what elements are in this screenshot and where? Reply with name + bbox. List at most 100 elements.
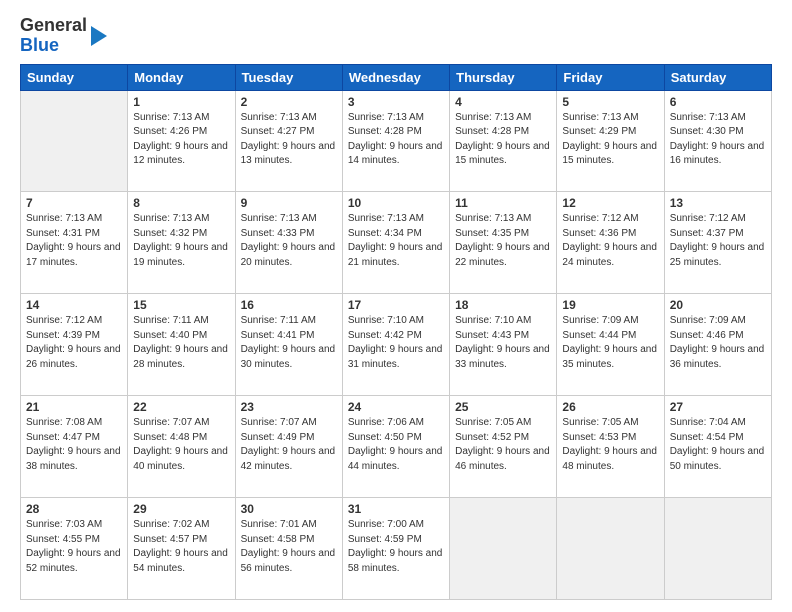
calendar-cell: 9 Sunrise: 7:13 AMSunset: 4:33 PMDaylight…: [235, 192, 342, 294]
page: General Blue SundayMondayTuesdayWednesda…: [0, 0, 792, 612]
day-number: 31: [348, 502, 444, 516]
calendar-cell: 8 Sunrise: 7:13 AMSunset: 4:32 PMDaylight…: [128, 192, 235, 294]
day-number: 25: [455, 400, 551, 414]
calendar-week-row: 21Sunrise: 7:08 AMSunset: 4:47 PMDayligh…: [21, 396, 772, 498]
calendar-cell: 30 Sunrise: 7:01 AMSunset: 4:58 PMDayligh…: [235, 498, 342, 600]
day-number: 28: [26, 502, 122, 516]
day-info: Sunrise: 7:13 AMSunset: 4:28 PMDaylight:…: [455, 111, 551, 169]
day-info: Sunrise: 7:13 AMSunset: 4:28 PMDaylight:…: [348, 111, 444, 169]
calendar-weekday-header: Thursday: [450, 64, 557, 90]
day-number: 12: [562, 196, 658, 210]
calendar-cell: [557, 498, 664, 600]
day-info: Sunrise: 7:05 AMSunset: 4:53 PMDaylight:…: [562, 416, 658, 474]
day-info: Sunrise: 7:13 AMSunset: 4:31 PMDaylight:…: [26, 212, 122, 270]
calendar-cell: 10 Sunrise: 7:13 AMSunset: 4:34 PMDayligh…: [342, 192, 449, 294]
day-number: 10: [348, 196, 444, 210]
calendar-cell: 18 Sunrise: 7:10 AMSunset: 4:43 PMDayligh…: [450, 294, 557, 396]
calendar-week-row: 1Sunrise: 7:13 AMSunset: 4:26 PMDaylight…: [21, 90, 772, 192]
day-number: 23: [241, 400, 337, 414]
day-number: 3: [348, 95, 444, 109]
calendar-table: SundayMondayTuesdayWednesdayThursdayFrid…: [20, 64, 772, 600]
day-info: Sunrise: 7:13 AMSunset: 4:33 PMDaylight:…: [241, 212, 337, 270]
calendar-cell: 14Sunrise: 7:12 AMSunset: 4:39 PMDayligh…: [21, 294, 128, 396]
day-number: 2: [241, 95, 337, 109]
day-info: Sunrise: 7:12 AMSunset: 4:36 PMDaylight:…: [562, 212, 658, 270]
day-info: Sunrise: 7:07 AMSunset: 4:49 PMDaylight:…: [241, 416, 337, 474]
day-number: 21: [26, 400, 122, 414]
day-number: 20: [670, 298, 766, 312]
day-info: Sunrise: 7:13 AMSunset: 4:27 PMDaylight:…: [241, 111, 337, 169]
day-number: 7: [26, 196, 122, 210]
day-info: Sunrise: 7:13 AMSunset: 4:29 PMDaylight:…: [562, 111, 658, 169]
logo-blue: Blue: [20, 36, 87, 56]
calendar-cell: 13 Sunrise: 7:12 AMSunset: 4:37 PMDayligh…: [664, 192, 771, 294]
day-info: Sunrise: 7:01 AMSunset: 4:58 PMDaylight:…: [241, 518, 337, 576]
calendar-cell: 11Sunrise: 7:13 AMSunset: 4:35 PMDayligh…: [450, 192, 557, 294]
day-number: 6: [670, 95, 766, 109]
calendar-week-row: 7 Sunrise: 7:13 AMSunset: 4:31 PMDaylight…: [21, 192, 772, 294]
day-info: Sunrise: 7:03 AMSunset: 4:55 PMDaylight:…: [26, 518, 122, 576]
calendar-cell: 1Sunrise: 7:13 AMSunset: 4:26 PMDaylight…: [128, 90, 235, 192]
calendar-weekday-header: Saturday: [664, 64, 771, 90]
calendar-cell: 19 Sunrise: 7:09 AMSunset: 4:44 PMDayligh…: [557, 294, 664, 396]
calendar-week-row: 28 Sunrise: 7:03 AMSunset: 4:55 PMDayligh…: [21, 498, 772, 600]
calendar-cell: 28 Sunrise: 7:03 AMSunset: 4:55 PMDayligh…: [21, 498, 128, 600]
calendar-cell: [21, 90, 128, 192]
day-number: 16: [241, 298, 337, 312]
day-info: Sunrise: 7:04 AMSunset: 4:54 PMDaylight:…: [670, 416, 766, 474]
day-info: Sunrise: 7:09 AMSunset: 4:46 PMDaylight:…: [670, 314, 766, 372]
day-number: 5: [562, 95, 658, 109]
day-info: Sunrise: 7:12 AMSunset: 4:39 PMDaylight:…: [26, 314, 122, 372]
calendar-cell: 15Sunrise: 7:11 AMSunset: 4:40 PMDayligh…: [128, 294, 235, 396]
calendar-cell: [450, 498, 557, 600]
calendar-cell: [664, 498, 771, 600]
calendar-weekday-header: Wednesday: [342, 64, 449, 90]
day-number: 15: [133, 298, 229, 312]
day-info: Sunrise: 7:13 AMSunset: 4:34 PMDaylight:…: [348, 212, 444, 270]
day-info: Sunrise: 7:13 AMSunset: 4:26 PMDaylight:…: [133, 111, 229, 169]
day-info: Sunrise: 7:13 AMSunset: 4:30 PMDaylight:…: [670, 111, 766, 169]
day-info: Sunrise: 7:06 AMSunset: 4:50 PMDaylight:…: [348, 416, 444, 474]
calendar-cell: 20 Sunrise: 7:09 AMSunset: 4:46 PMDayligh…: [664, 294, 771, 396]
calendar-weekday-header: Monday: [128, 64, 235, 90]
calendar-cell: 24 Sunrise: 7:06 AMSunset: 4:50 PMDayligh…: [342, 396, 449, 498]
day-number: 4: [455, 95, 551, 109]
day-number: 30: [241, 502, 337, 516]
calendar-cell: 22 Sunrise: 7:07 AMSunset: 4:48 PMDayligh…: [128, 396, 235, 498]
day-number: 26: [562, 400, 658, 414]
calendar-cell: 16Sunrise: 7:11 AMSunset: 4:41 PMDayligh…: [235, 294, 342, 396]
logo-general: General: [20, 16, 87, 36]
day-info: Sunrise: 7:13 AMSunset: 4:35 PMDaylight:…: [455, 212, 551, 270]
day-number: 18: [455, 298, 551, 312]
day-number: 9: [241, 196, 337, 210]
header: General Blue: [20, 16, 772, 56]
day-number: 29: [133, 502, 229, 516]
day-info: Sunrise: 7:02 AMSunset: 4:57 PMDaylight:…: [133, 518, 229, 576]
day-info: Sunrise: 7:10 AMSunset: 4:43 PMDaylight:…: [455, 314, 551, 372]
calendar-cell: 4 Sunrise: 7:13 AMSunset: 4:28 PMDaylight…: [450, 90, 557, 192]
calendar-cell: 5 Sunrise: 7:13 AMSunset: 4:29 PMDaylight…: [557, 90, 664, 192]
logo: General Blue: [20, 16, 109, 56]
calendar-cell: 3 Sunrise: 7:13 AMSunset: 4:28 PMDaylight…: [342, 90, 449, 192]
day-number: 22: [133, 400, 229, 414]
day-info: Sunrise: 7:05 AMSunset: 4:52 PMDaylight:…: [455, 416, 551, 474]
calendar-cell: 23 Sunrise: 7:07 AMSunset: 4:49 PMDayligh…: [235, 396, 342, 498]
day-info: Sunrise: 7:10 AMSunset: 4:42 PMDaylight:…: [348, 314, 444, 372]
day-info: Sunrise: 7:12 AMSunset: 4:37 PMDaylight:…: [670, 212, 766, 270]
day-number: 13: [670, 196, 766, 210]
calendar-cell: 29 Sunrise: 7:02 AMSunset: 4:57 PMDayligh…: [128, 498, 235, 600]
day-info: Sunrise: 7:00 AMSunset: 4:59 PMDaylight:…: [348, 518, 444, 576]
day-number: 24: [348, 400, 444, 414]
day-number: 8: [133, 196, 229, 210]
calendar-cell: 21Sunrise: 7:08 AMSunset: 4:47 PMDayligh…: [21, 396, 128, 498]
calendar-cell: 7 Sunrise: 7:13 AMSunset: 4:31 PMDaylight…: [21, 192, 128, 294]
calendar-cell: 6 Sunrise: 7:13 AMSunset: 4:30 PMDaylight…: [664, 90, 771, 192]
calendar-cell: 2 Sunrise: 7:13 AMSunset: 4:27 PMDaylight…: [235, 90, 342, 192]
day-number: 19: [562, 298, 658, 312]
calendar-cell: 27Sunrise: 7:04 AMSunset: 4:54 PMDayligh…: [664, 396, 771, 498]
day-info: Sunrise: 7:07 AMSunset: 4:48 PMDaylight:…: [133, 416, 229, 474]
day-info: Sunrise: 7:09 AMSunset: 4:44 PMDaylight:…: [562, 314, 658, 372]
day-info: Sunrise: 7:13 AMSunset: 4:32 PMDaylight:…: [133, 212, 229, 270]
calendar-week-row: 14Sunrise: 7:12 AMSunset: 4:39 PMDayligh…: [21, 294, 772, 396]
calendar-cell: 26 Sunrise: 7:05 AMSunset: 4:53 PMDayligh…: [557, 396, 664, 498]
